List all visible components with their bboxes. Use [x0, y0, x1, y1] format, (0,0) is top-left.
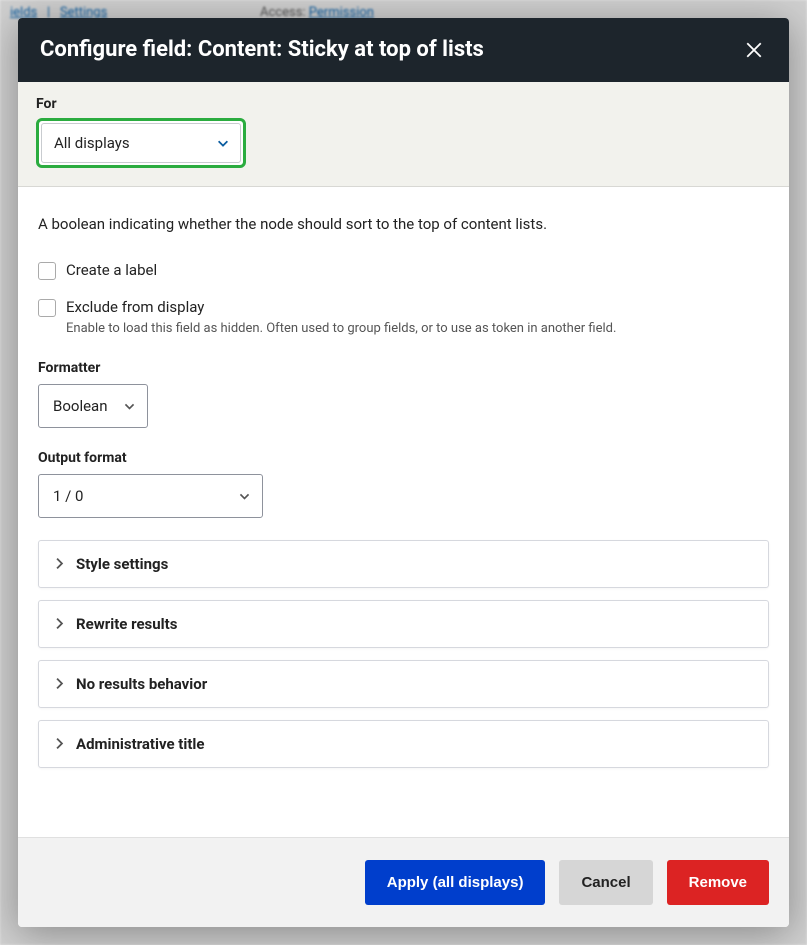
- chevron-right-icon: [53, 557, 66, 570]
- create-label-text[interactable]: Create a label: [66, 261, 157, 279]
- accordion-no-results[interactable]: No results behavior: [38, 660, 769, 708]
- create-label-checkbox[interactable]: [38, 262, 56, 280]
- for-select-highlight: All displays: [36, 118, 246, 168]
- for-select-value: All displays: [54, 134, 130, 152]
- accordion-rewrite-results[interactable]: Rewrite results: [38, 600, 769, 648]
- formatter-select[interactable]: Boolean: [38, 384, 148, 428]
- accordion-style-label: Style settings: [76, 555, 168, 573]
- exclude-label[interactable]: Exclude from display: [66, 298, 204, 316]
- modal-footer: Apply (all displays) Cancel Remove: [18, 837, 789, 927]
- formatter-value: Boolean: [53, 397, 108, 415]
- configure-field-modal: Configure field: Content: Sticky at top …: [18, 18, 789, 927]
- output-format-group: Output format 1 / 0: [38, 450, 769, 518]
- modal-header: Configure field: Content: Sticky at top …: [18, 18, 789, 82]
- create-label-row: Create a label: [38, 261, 769, 280]
- modal-title: Configure field: Content: Sticky at top …: [40, 36, 484, 64]
- output-format-label: Output format: [38, 450, 769, 466]
- accordion-admin-title[interactable]: Administrative title: [38, 720, 769, 768]
- chevron-right-icon: [53, 737, 66, 750]
- chevron-down-icon: [238, 489, 251, 502]
- accordion-style-settings[interactable]: Style settings: [38, 540, 769, 588]
- accordion-admin-label: Administrative title: [76, 735, 205, 753]
- formatter-label: Formatter: [38, 360, 769, 376]
- for-select[interactable]: All displays: [41, 123, 241, 163]
- accordion-rewrite-label: Rewrite results: [76, 615, 177, 633]
- output-format-select[interactable]: 1 / 0: [38, 474, 263, 518]
- remove-button[interactable]: Remove: [667, 860, 769, 905]
- exclude-checkbox[interactable]: [38, 299, 56, 317]
- for-section: For All displays: [18, 82, 789, 187]
- content-section: A boolean indicating whether the node sh…: [18, 187, 789, 800]
- output-format-value: 1 / 0: [53, 487, 84, 505]
- chevron-down-icon: [216, 136, 230, 150]
- for-label: For: [36, 96, 771, 112]
- exclude-help-text: Enable to load this field as hidden. Oft…: [66, 321, 769, 336]
- chevron-right-icon: [53, 617, 66, 630]
- close-icon: [745, 41, 763, 59]
- exclude-row: Exclude from display: [38, 298, 769, 317]
- field-description: A boolean indicating whether the node sh…: [38, 215, 769, 233]
- modal-body: For All displays A boolean indicating wh…: [18, 82, 789, 838]
- accordion-noresults-label: No results behavior: [76, 675, 207, 693]
- apply-button[interactable]: Apply (all displays): [365, 860, 546, 905]
- close-button[interactable]: [741, 37, 767, 63]
- formatter-group: Formatter Boolean: [38, 360, 769, 428]
- cancel-button[interactable]: Cancel: [559, 860, 652, 905]
- chevron-right-icon: [53, 677, 66, 690]
- chevron-down-icon: [123, 399, 136, 412]
